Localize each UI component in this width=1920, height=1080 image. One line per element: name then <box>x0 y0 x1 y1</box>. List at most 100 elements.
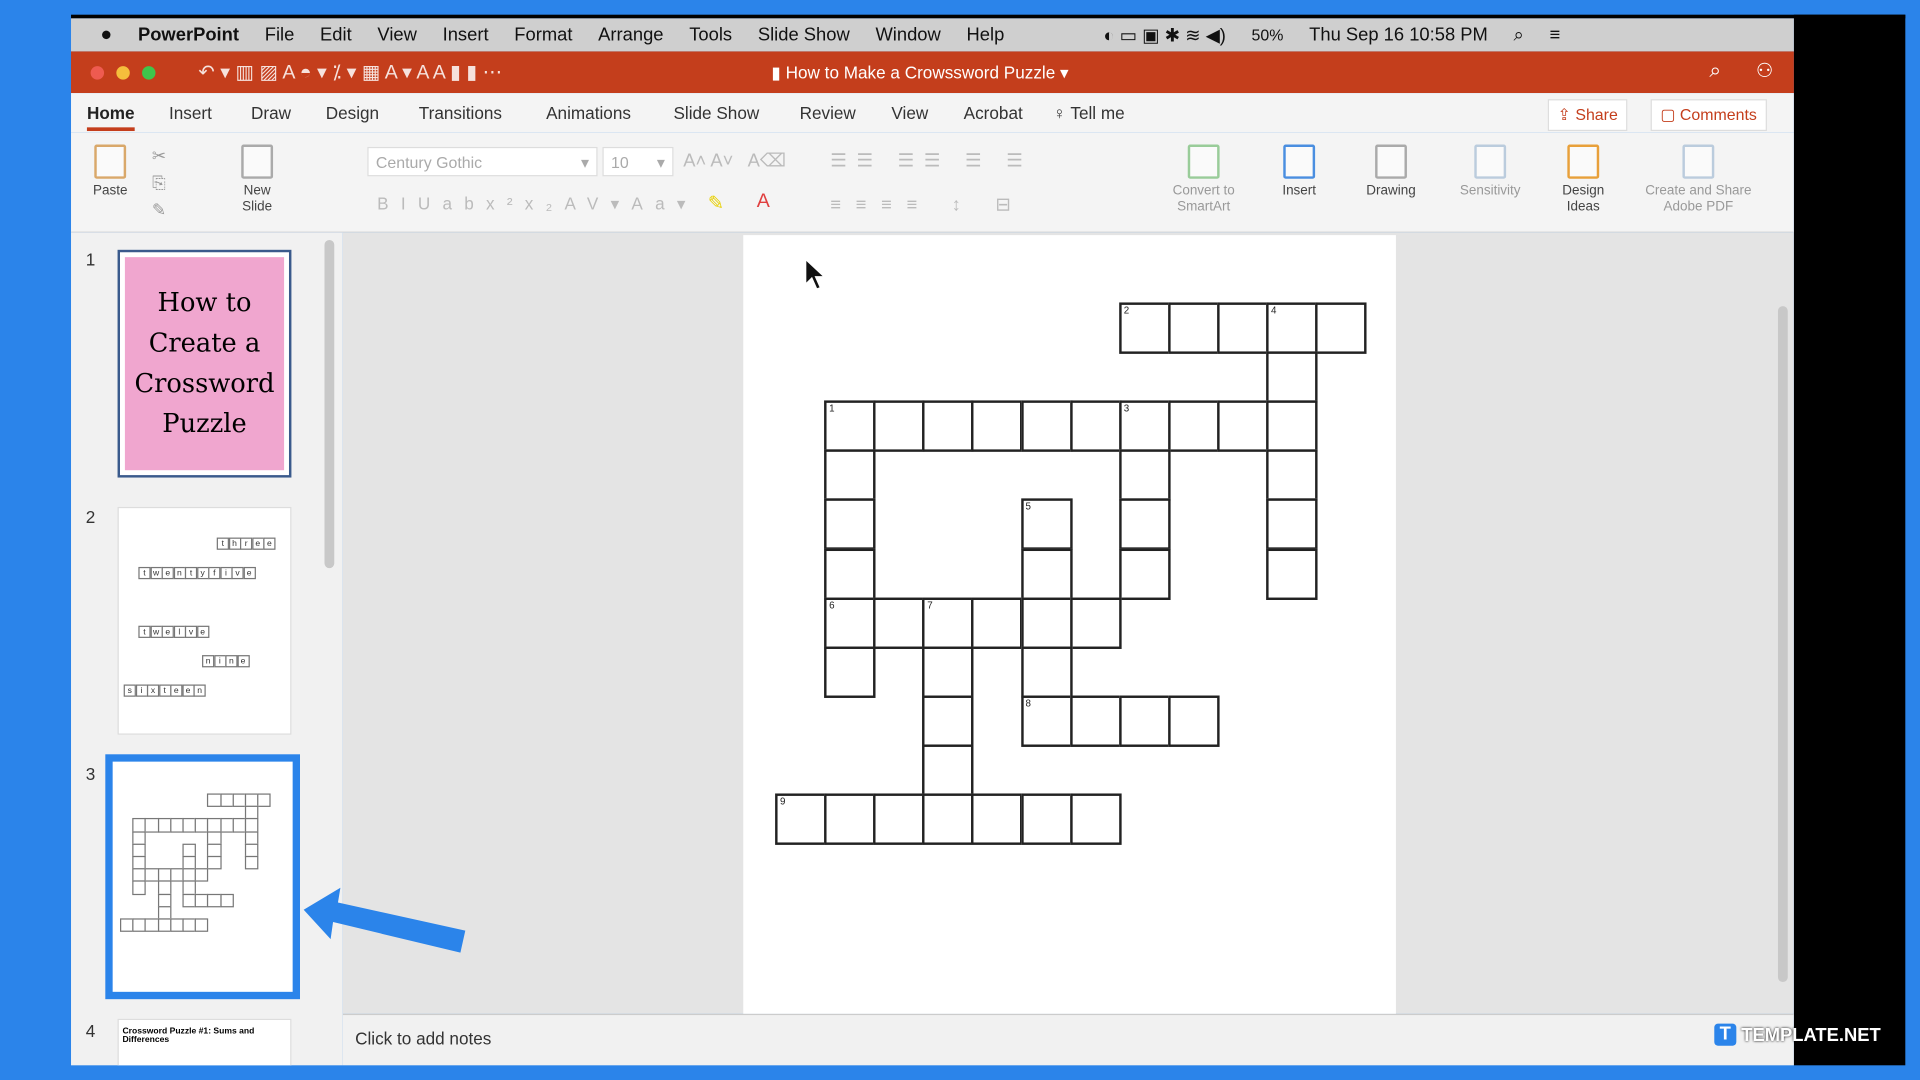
crossword-cell[interactable] <box>824 449 876 502</box>
design-ideas-button[interactable]: Design Ideas <box>1553 144 1614 215</box>
crossword-cell[interactable]: 8 <box>1020 695 1073 747</box>
crossword-cell[interactable] <box>922 695 974 747</box>
menu-arrange[interactable]: Arrange <box>598 24 663 45</box>
tab-design[interactable]: Design <box>326 103 379 123</box>
tell-me[interactable]: ♀ Tell me <box>1053 103 1125 123</box>
slide-thumbnail-4[interactable]: Crossword Puzzle #1: Sums and Difference… <box>117 1018 292 1066</box>
menu-view[interactable]: View <box>377 24 416 45</box>
crossword-cell[interactable] <box>1167 302 1220 354</box>
crossword-cell[interactable]: 9 <box>775 793 827 846</box>
crossword-cell[interactable] <box>1266 400 1318 453</box>
crossword-cell[interactable] <box>1069 597 1122 649</box>
crossword-cell[interactable] <box>1069 400 1122 453</box>
crossword-cell[interactable] <box>971 597 1024 649</box>
crossword-cell[interactable] <box>824 646 876 698</box>
crossword-cell[interactable] <box>1167 400 1220 453</box>
crossword-cell[interactable] <box>1167 695 1220 747</box>
crossword-cell[interactable] <box>1217 302 1269 354</box>
crossword-cell[interactable] <box>1020 793 1073 846</box>
apple-icon[interactable]: ● <box>100 24 112 46</box>
tab-home[interactable]: Home <box>86 103 135 132</box>
tab-view[interactable]: View <box>891 103 928 123</box>
menu-format[interactable]: Format <box>514 24 572 45</box>
zoom-button[interactable] <box>142 66 156 80</box>
new-slide-button[interactable]: New Slide <box>230 144 284 215</box>
crossword-cell[interactable] <box>873 793 925 846</box>
tab-review[interactable]: Review <box>800 103 856 123</box>
crossword-cell[interactable] <box>1020 547 1073 600</box>
crossword-cell[interactable] <box>824 793 876 846</box>
share-person-icon[interactable]: ⚇ <box>1756 59 1774 83</box>
crossword-cell[interactable] <box>1315 302 1367 354</box>
spotlight-icon[interactable]: ⌕ <box>1514 24 1524 45</box>
list-icon[interactable]: ≡ <box>1550 24 1561 45</box>
crossword-cell[interactable] <box>1118 498 1171 551</box>
menu-tools[interactable]: Tools <box>689 24 732 45</box>
align-buttons[interactable]: ≡≡≡≡ ↕ ⊟ <box>830 193 1025 216</box>
notes-placeholder[interactable]: Click to add notes <box>355 1029 491 1049</box>
crossword-cell[interactable] <box>1266 351 1318 404</box>
crossword-cell[interactable] <box>824 547 876 600</box>
crossword-cell[interactable]: 1 <box>824 400 876 453</box>
crossword-cell[interactable] <box>1118 449 1171 502</box>
crossword-cell[interactable] <box>1118 547 1171 600</box>
crossword-cell[interactable]: 3 <box>1118 400 1171 453</box>
crossword-cell[interactable]: 7 <box>922 597 974 649</box>
crossword-cell[interactable] <box>922 793 974 846</box>
crossword-cell[interactable]: 6 <box>824 597 876 649</box>
crossword-cell[interactable]: 4 <box>1266 302 1318 354</box>
crossword-cell[interactable] <box>824 498 876 551</box>
tab-transitions[interactable]: Transitions <box>419 103 502 123</box>
crossword-cell[interactable] <box>971 793 1024 846</box>
tab-slideshow[interactable]: Slide Show <box>673 103 759 123</box>
insert-button[interactable]: Insert <box>1269 144 1330 199</box>
crossword-cell[interactable]: 5 <box>1020 498 1073 551</box>
font-color-icon[interactable]: A <box>757 191 770 213</box>
menu-edit[interactable]: Edit <box>320 24 352 45</box>
crossword-cell[interactable] <box>873 597 925 649</box>
quick-access-toolbar[interactable]: ↶ ▾ ▥ ▨ A ◓ ▾ ⁒ ▾ ▦ A ▾ A A ▮ ▮ ⋯ <box>198 60 502 84</box>
notes-pane[interactable]: Click to add notes <box>342 1013 1794 1066</box>
menu-window[interactable]: Window <box>875 24 940 45</box>
tab-insert[interactable]: Insert <box>169 103 212 123</box>
crossword-cell[interactable] <box>1020 597 1073 649</box>
status-icons[interactable]: ◐ ▭ ▣ ✱ ≋ ◀) <box>1103 24 1225 46</box>
format-buttons[interactable]: BIUabx²x₂AV▾Aa▾ <box>377 193 698 214</box>
slide-canvas[interactable]: 2 4 1 3 5 6 7 8 9 <box>743 235 1396 1014</box>
main-scrollbar[interactable] <box>1777 306 1788 983</box>
tab-acrobat[interactable]: Acrobat <box>964 103 1023 123</box>
tab-draw[interactable]: Draw <box>251 103 291 123</box>
crossword-cell[interactable] <box>873 400 925 453</box>
create-share-pdf-button[interactable]: Create and Share Adobe PDF <box>1636 144 1761 215</box>
crossword-cell[interactable]: 2 <box>1118 302 1171 354</box>
minimize-button[interactable] <box>116 66 130 80</box>
crossword-cell[interactable] <box>922 400 974 453</box>
menu-help[interactable]: Help <box>967 24 1005 45</box>
close-button[interactable] <box>90 66 105 80</box>
comments-button[interactable]: ▢ Comments <box>1650 99 1767 132</box>
highlight-icon[interactable]: ✎ <box>708 191 724 215</box>
search-icon[interactable]: ⌕ <box>1709 59 1721 83</box>
clipboard-tools[interactable]: ✂ ⎘ ✎ <box>152 142 166 223</box>
menu-slideshow[interactable]: Slide Show <box>758 24 850 45</box>
font-size-buttons[interactable]: A˄ A˅ A⌫ <box>683 149 786 172</box>
font-name-select[interactable]: Century Gothic ▾ <box>367 146 598 177</box>
crossword-cell[interactable] <box>1069 793 1122 846</box>
crossword-cell[interactable] <box>971 400 1024 453</box>
tab-animations[interactable]: Animations <box>546 103 631 123</box>
slide-thumbnail-2[interactable]: threetwentyfivetwelveninesixteen <box>117 506 292 735</box>
crossword-cell[interactable] <box>922 646 974 698</box>
share-button[interactable]: ⇪ Share <box>1547 99 1628 132</box>
sensitivity-button[interactable]: Sensitivity <box>1452 144 1528 199</box>
convert-smartart-button[interactable]: Convert to SmartArt <box>1161 144 1247 215</box>
crossword-cell[interactable] <box>1266 498 1318 551</box>
crossword-cell[interactable] <box>922 744 974 796</box>
slide-thumbnail-3-selected[interactable] <box>105 754 301 1000</box>
menu-insert[interactable]: Insert <box>443 24 489 45</box>
crossword-cell[interactable] <box>1266 449 1318 502</box>
crossword-cell[interactable] <box>1069 695 1122 747</box>
crossword-cell[interactable] <box>1217 400 1269 453</box>
slide-thumbnail-1[interactable]: How to Create a Crossword Puzzle <box>117 249 292 478</box>
crossword-cell[interactable] <box>1118 695 1171 747</box>
paragraph-buttons[interactable]: ☰☰ ☰☰ ☰ ☰ <box>830 149 1032 172</box>
